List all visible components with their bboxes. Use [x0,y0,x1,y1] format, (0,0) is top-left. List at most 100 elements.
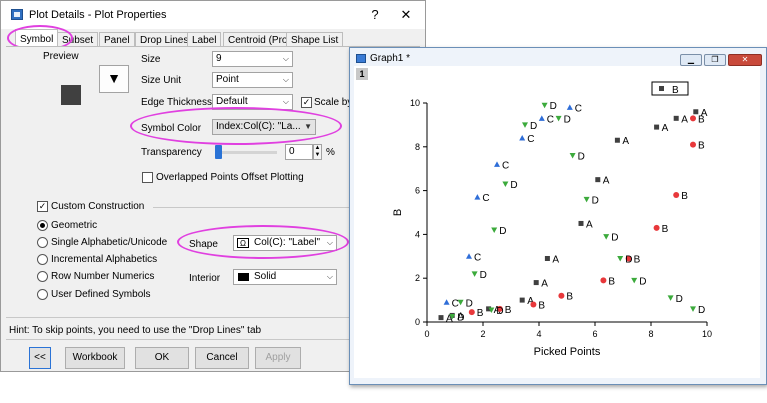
data-point: B [690,141,705,152]
size-value: 9 [216,53,222,64]
data-point: D [555,114,571,125]
point-label: D [499,226,506,237]
size-combo[interactable]: 9 ⌵ [212,51,293,67]
radio-geometric[interactable] [37,220,48,231]
point-label: D [625,254,632,265]
x-tick-label: 0 [424,329,429,339]
data-point: C [538,114,554,125]
point-label: C [482,193,489,204]
restore-icon[interactable]: ❐ [704,54,726,66]
radio-row-number-numerics[interactable] [37,271,48,282]
radio-incremental-alphabetics[interactable] [37,254,48,265]
radio-label-single-alphabetic: Single Alphabetic/Unicode [51,237,168,248]
point-label: D [550,101,557,112]
point-label: D [611,233,618,244]
transparency-slider-thumb[interactable] [215,145,222,159]
triangle-down-marker [555,115,562,122]
radio-label-user-defined-symbols: User Defined Symbols [51,289,151,300]
tab-subset[interactable]: Subset [57,32,99,47]
data-point: D [603,233,618,244]
apply-button[interactable]: Apply [255,347,301,369]
point-label: D [530,121,537,132]
triangle-down-marker [583,196,590,203]
size-unit-combo[interactable]: Point ⌵ [212,72,293,88]
overlapped-points-label: Overlapped Points Offset Plotting [156,172,304,183]
tab-symbol[interactable]: Symbol [15,29,59,47]
close-icon[interactable]: ✕ [396,6,416,24]
radio-user-defined-symbols[interactable] [37,289,48,300]
data-point: B [530,300,545,311]
point-label: D [510,180,517,191]
radio-single-alphabetic[interactable] [37,237,48,248]
cancel-button[interactable]: Cancel [195,347,249,369]
point-label: B [698,141,705,152]
triangle-down-marker [603,234,610,240]
data-point: D [583,195,599,206]
circle-marker [530,301,537,308]
data-point: A [544,254,559,265]
data-point: D [631,276,646,287]
square-marker [595,177,601,183]
transparency-spinner[interactable]: ▲ ▼ [313,144,322,160]
chevron-down-icon: ⌵ [326,238,333,247]
radio-label-incremental-alphabetics: Incremental Alphabetics [51,254,158,265]
omega-icon: Ω [237,238,249,248]
legend-box [651,81,689,96]
shape-combo[interactable]: Ω Col(C): "Label" ⌵ [233,235,337,251]
point-label: B [662,224,669,235]
data-point: A [614,136,629,147]
circle-marker [653,224,660,231]
workbook-button[interactable]: Workbook [65,347,125,369]
data-point: D [617,254,632,265]
symbol-color-combo[interactable]: Index:Col(C): "La... ▼ [212,119,316,135]
data-point: D [457,298,473,309]
circle-marker [558,292,565,299]
dialog-title-bar[interactable]: Plot Details - Plot Properties ? ✕ [1,1,425,29]
point-label: A [541,279,548,290]
square-marker [673,115,679,121]
minimize-icon[interactable]: ▁ [680,54,702,66]
overlapped-points-checkbox[interactable] [142,172,153,183]
symbol-color-label: Symbol Color [141,123,202,134]
help-button[interactable]: ? [365,6,385,24]
x-tick-label: 4 [536,329,541,339]
triangle-up-marker [443,299,450,305]
tab-panel[interactable]: Panel [99,32,135,47]
point-label: D [676,294,683,305]
ok-button[interactable]: OK [135,347,189,369]
triangle-up-marker [519,135,526,141]
transparency-input[interactable]: 0 [285,144,313,160]
point-label: D [457,313,464,324]
collapse-button[interactable]: << [29,347,51,369]
group-divider [153,207,349,208]
tab-centroid[interactable]: Centroid (Pro) [223,32,296,47]
square-marker [544,255,550,261]
data-point: B [468,308,484,319]
square-marker [519,297,525,303]
edge-thickness-value: Default [216,96,248,107]
point-label: A [662,123,669,134]
triangle-down-marker [631,277,638,284]
interior-combo[interactable]: Solid ⌵ [233,269,337,285]
point-label: B [477,308,484,319]
scale-by-size-checkbox[interactable]: ✓ [301,97,312,108]
edge-thickness-combo[interactable]: Default ⌵ [212,94,293,110]
data-point: A [533,279,548,290]
custom-construction-label: Custom Construction [51,201,145,212]
data-point: B [673,191,688,202]
y-tick-label: 2 [415,273,420,283]
triangle-down-marker [471,271,478,277]
tab-label[interactable]: Label [187,32,222,47]
symbol-picker-button[interactable]: ▼ [99,65,129,93]
data-point: D [541,101,557,112]
point-label: B [681,191,688,202]
close-icon[interactable]: ✕ [728,54,762,66]
tab-drop-lines[interactable]: Drop Lines [135,32,194,47]
shape-label: Shape [189,239,218,250]
tab-shape-list[interactable]: Shape List [286,32,344,47]
preview-label: Preview [43,51,79,62]
x-tick-label: 8 [648,329,653,339]
square-marker [533,280,539,286]
custom-construction-checkbox[interactable]: ✓ [37,201,48,212]
graph-title: Graph1 * [370,53,411,64]
